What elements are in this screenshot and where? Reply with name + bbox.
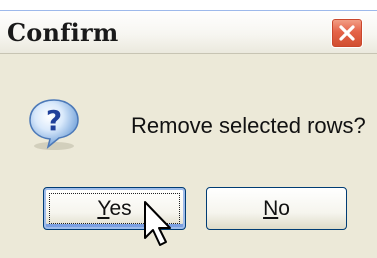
- svg-text:?: ?: [46, 104, 62, 137]
- close-button[interactable]: [331, 18, 363, 48]
- yes-mnemonic: Y: [97, 197, 110, 220]
- no-mnemonic: N: [263, 197, 279, 220]
- question-icon: ?: [29, 99, 79, 150]
- screen: Confirm ? Remove selected rows? Yes No: [0, 0, 377, 258]
- no-label-rest: o: [278, 197, 290, 220]
- confirm-dialog: Confirm ? Remove selected rows? Yes No: [0, 10, 377, 258]
- yes-label-rest: es: [109, 197, 132, 220]
- title-bar[interactable]: Confirm: [0, 11, 377, 54]
- mouse-cursor-icon: [144, 201, 171, 246]
- dialog-message: Remove selected rows?: [131, 113, 366, 138]
- no-button[interactable]: No: [206, 187, 347, 230]
- dialog-title: Confirm: [7, 18, 119, 47]
- dialog-body: ? Remove selected rows? Yes No: [0, 54, 377, 258]
- close-icon: [339, 25, 355, 41]
